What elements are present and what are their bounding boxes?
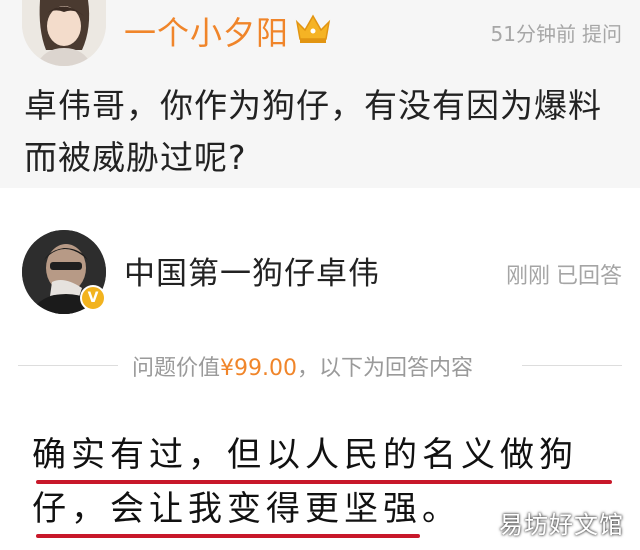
price-info: 问题价值¥99.00，以下为回答内容 xyxy=(132,350,473,382)
question-text: 卓伟哥，你作为狗仔，有没有因为爆料而被威胁过呢? xyxy=(24,86,602,177)
watermark: 易坊好文馆 xyxy=(499,511,624,539)
crown-icon xyxy=(295,14,331,43)
answer-line-1: 确实有过，但以人民的名义做狗 xyxy=(32,430,622,484)
question-time: 51分钟前 xyxy=(490,22,576,46)
question-card: 一个小夕阳 51分钟前 提问 卓伟哥，你作为狗仔，有没有因为爆料而被威胁过呢? xyxy=(0,0,640,188)
red-underline-2 xyxy=(36,534,420,538)
answer-time: 刚刚 xyxy=(505,264,550,289)
answer-meta: 刚刚 已回答 xyxy=(506,258,622,290)
price-value: ¥99.00 xyxy=(220,356,297,381)
verified-v-icon: V xyxy=(80,285,106,311)
price-prefix: 问题价值 xyxy=(132,356,221,381)
question-meta: 51分钟前 提问 xyxy=(491,18,622,47)
question-action: 提问 xyxy=(582,22,622,46)
answerer-name[interactable]: 中国第一狗仔卓伟 xyxy=(124,248,380,293)
divider-left xyxy=(18,365,118,366)
price-divider: 问题价值¥99.00，以下为回答内容 xyxy=(0,346,640,386)
answer-status: 已回答 xyxy=(555,264,622,289)
answer-line-2-text: 仔，会让我变得更坚强。 xyxy=(32,489,461,529)
asker-avatar[interactable] xyxy=(22,0,106,66)
divider-right xyxy=(522,365,622,366)
asker-name[interactable]: 一个小夕阳 xyxy=(124,8,289,54)
price-suffix: ，以下为回答内容 xyxy=(297,356,474,381)
answer-line-1-text: 确实有过，但以人民的名义做狗 xyxy=(32,435,578,475)
